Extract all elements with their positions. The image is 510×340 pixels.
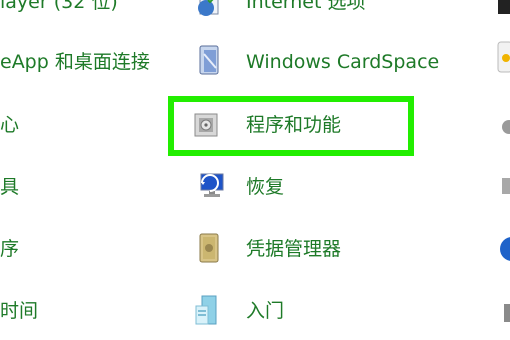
left-item-remoteapp[interactable]: eApp 和桌面连接 [0, 50, 150, 74]
getting-started-icon[interactable] [192, 294, 222, 325]
left-item-programs[interactable]: 序 [0, 237, 19, 261]
highlight-box [168, 96, 414, 156]
safe-vault-icon[interactable] [194, 232, 224, 263]
right-edge-icon-6[interactable] [496, 298, 510, 328]
right-edge-icon-4[interactable] [496, 172, 510, 202]
right-edge-icon-2[interactable] [496, 40, 510, 73]
left-item-player[interactable]: layer (32 位) [0, 0, 118, 14]
credential-manager-link[interactable]: 凭据管理器 [246, 237, 341, 261]
cardspace-icon[interactable] [194, 44, 224, 75]
right-edge-icon-3[interactable] [496, 112, 510, 142]
left-item-center[interactable]: 心 [0, 113, 19, 137]
internet-options-link[interactable]: Internet 选项 [246, 0, 365, 14]
right-edge-icon-5[interactable] [496, 232, 510, 262]
left-item-tools[interactable]: 具 [0, 175, 19, 199]
recovery-monitor-icon[interactable] [194, 170, 224, 200]
getting-started-link[interactable]: 入门 [246, 299, 284, 323]
windows-cardspace-link[interactable]: Windows CardSpace [246, 50, 439, 74]
left-item-time[interactable]: 时间 [0, 299, 38, 323]
globe-checklist-icon[interactable] [194, 0, 224, 18]
right-edge-icon-1[interactable] [496, 0, 510, 22]
recovery-link[interactable]: 恢复 [246, 175, 284, 199]
